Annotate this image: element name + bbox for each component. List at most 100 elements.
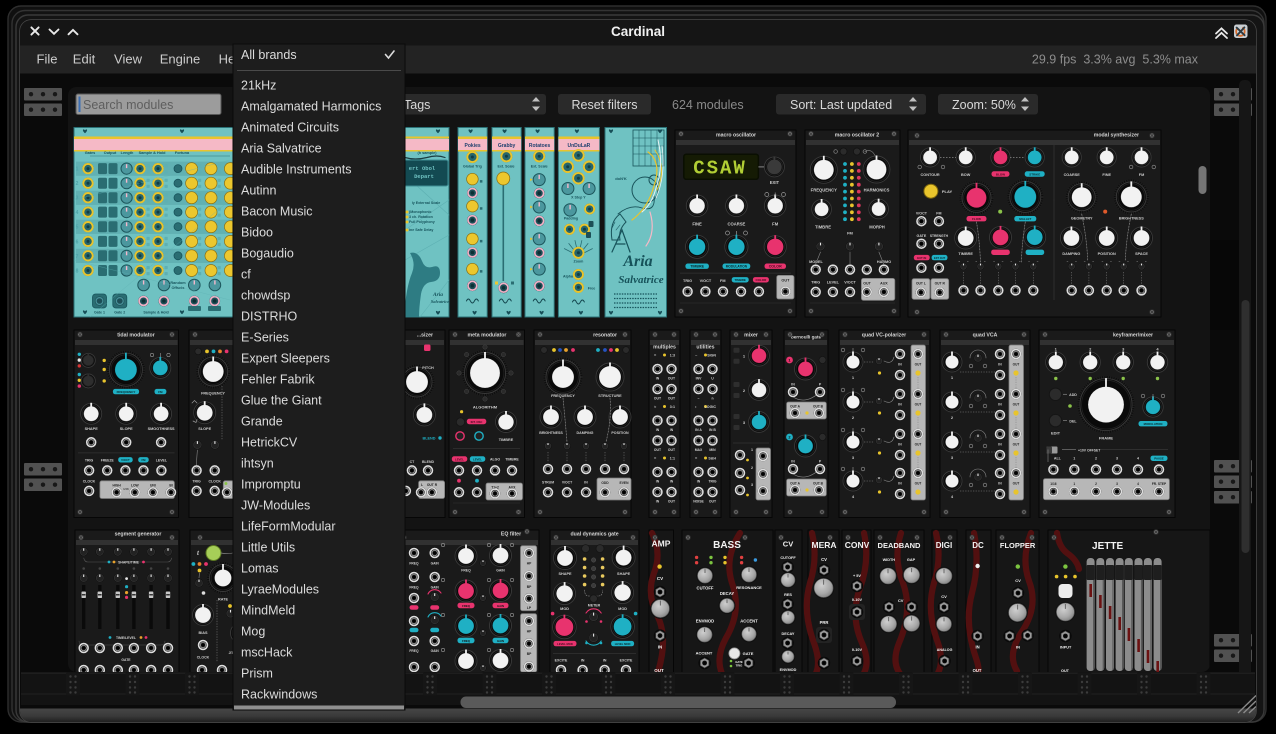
svg-text:RES: RES bbox=[784, 593, 792, 597]
svg-text:CLOCK: CLOCK bbox=[208, 480, 221, 484]
svg-text:OUT: OUT bbox=[709, 500, 717, 504]
svg-text:S&H: S&H bbox=[708, 457, 716, 461]
svg-text:multiples: multiples bbox=[653, 345, 676, 351]
svg-text:MOD: MOD bbox=[618, 607, 627, 611]
svg-text:ly External Scale: ly External Scale bbox=[412, 201, 441, 205]
svg-text:V/OCT: V/OCT bbox=[700, 279, 712, 283]
svg-text:EVEN: EVEN bbox=[620, 481, 630, 485]
svg-text:3: 3 bbox=[751, 483, 753, 487]
svg-text:LEVEL: LEVEL bbox=[473, 457, 482, 461]
svg-text:TRIG: TRIG bbox=[708, 480, 716, 484]
svg-text:Autinn: Autinn bbox=[241, 184, 276, 198]
svg-text:COLOR: COLOR bbox=[769, 265, 782, 269]
svg-text:n: n bbox=[711, 397, 713, 401]
svg-text:IN: IN bbox=[603, 659, 607, 663]
svg-text:modal synthesizer: modal synthesizer bbox=[1094, 133, 1139, 139]
svg-text:MODULATION: MODULATION bbox=[726, 265, 748, 269]
svg-text:OUT R: OUT R bbox=[935, 281, 946, 285]
svg-text:SHAPE/TIME: SHAPE/TIME bbox=[118, 561, 139, 565]
svg-text:IN: IN bbox=[898, 482, 902, 486]
svg-text:Expert Sleepers: Expert Sleepers bbox=[241, 352, 330, 366]
svg-text:IN: IN bbox=[976, 645, 980, 650]
svg-text:5: 5 bbox=[76, 225, 79, 231]
svg-text:0-10V: 0-10V bbox=[852, 598, 863, 602]
svg-text:SPACE: SPACE bbox=[1135, 252, 1148, 256]
svg-text:ALL: ALL bbox=[1054, 457, 1062, 461]
svg-text:0-10V: 0-10V bbox=[852, 648, 863, 652]
svg-text:MERA: MERA bbox=[811, 540, 836, 550]
svg-text:IN: IN bbox=[1016, 645, 1020, 650]
svg-text:ADD: ADD bbox=[1069, 393, 1077, 397]
svg-text:doN'K: doN'K bbox=[615, 176, 627, 181]
svg-text:GAIN: GAIN bbox=[497, 639, 504, 643]
svg-text:MORPH: MORPH bbox=[869, 225, 885, 230]
svg-text:FM: FM bbox=[936, 212, 941, 216]
svg-text:macro oscillator 2: macro oscillator 2 bbox=[835, 133, 880, 139]
svg-text:Free: Free bbox=[588, 287, 596, 291]
svg-text:bernoulli gate: bernoulli gate bbox=[791, 335, 822, 340]
svg-text:8: 8 bbox=[76, 269, 79, 275]
svg-text:1: 1 bbox=[1073, 482, 1075, 486]
svg-text:BRIGHTNESS: BRIGHTNESS bbox=[1119, 217, 1144, 221]
svg-text:OUT: OUT bbox=[668, 448, 676, 452]
svg-text:IN: IN bbox=[998, 443, 1002, 447]
svg-text:Global Trig: Global Trig bbox=[463, 165, 482, 169]
svg-text:DAMPING: DAMPING bbox=[577, 431, 594, 435]
svg-text:DAMPING: DAMPING bbox=[1062, 252, 1080, 256]
svg-text:PLAY: PLAY bbox=[942, 189, 953, 194]
svg-text:Length: Length bbox=[121, 151, 134, 155]
svg-text:EDIT: EDIT bbox=[1051, 431, 1061, 436]
svg-text:TRIG: TRIG bbox=[85, 458, 94, 462]
svg-text:Lomas: Lomas bbox=[241, 562, 279, 576]
svg-text:TRIG: TRIG bbox=[736, 664, 743, 668]
svg-text:IN: IN bbox=[998, 363, 1002, 367]
svg-text:INT. OSC: INT. OSC bbox=[471, 420, 483, 424]
svg-text:FM: FM bbox=[141, 458, 146, 462]
svg-text:Gates: Gates bbox=[85, 151, 96, 155]
svg-text:SLOPE: SLOPE bbox=[120, 427, 133, 431]
svg-text:FM: FM bbox=[1139, 173, 1144, 177]
svg-text:FLOW: FLOW bbox=[972, 217, 981, 221]
svg-text:FREQUENCY: FREQUENCY bbox=[117, 390, 136, 394]
svg-text:MIN: MIN bbox=[709, 448, 716, 452]
svg-text:LEVEL: LEVEL bbox=[455, 457, 464, 461]
svg-text:OUT: OUT bbox=[1013, 403, 1020, 407]
svg-text:OUT: OUT bbox=[1013, 363, 1020, 367]
svg-text:UNI: UNI bbox=[150, 483, 156, 487]
svg-text:RESONANCE: RESONANCE bbox=[736, 585, 762, 590]
svg-text:OUT: OUT bbox=[915, 443, 922, 447]
svg-text:IN: IN bbox=[670, 480, 674, 484]
svg-text:Animated Circuits: Animated Circuits bbox=[241, 121, 339, 135]
svg-text:E-Series: E-Series bbox=[241, 331, 289, 345]
svg-text:STRENGTH: STRENGTH bbox=[930, 234, 949, 238]
svg-text:CSAW: CSAW bbox=[693, 158, 747, 180]
svg-text:BLOW: BLOW bbox=[996, 172, 1005, 176]
svg-text:EXT IN: EXT IN bbox=[917, 256, 926, 260]
svg-text:BP: BP bbox=[527, 652, 532, 656]
svg-text:MAX: MAX bbox=[695, 448, 703, 452]
svg-text:tidal modulator: tidal modulator bbox=[117, 333, 154, 339]
svg-text:Audible Instruments: Audible Instruments bbox=[241, 163, 351, 177]
svg-text:+ 5V: + 5V bbox=[853, 574, 861, 578]
svg-text:EXT OUT: EXT OUT bbox=[934, 256, 946, 260]
svg-text:FLOPPER: FLOPPER bbox=[1000, 541, 1036, 550]
svg-text:FR. STEP: FR. STEP bbox=[1152, 482, 1167, 486]
svg-text:...sizer: ...sizer bbox=[417, 333, 433, 339]
svg-text:CV: CV bbox=[657, 576, 663, 581]
svg-text:1: 1 bbox=[76, 167, 79, 173]
svg-text:Impromptu: Impromptu bbox=[241, 478, 301, 492]
svg-text:1/48: 1/48 bbox=[123, 487, 129, 491]
svg-text:Ext. Scale: Ext. Scale bbox=[531, 165, 548, 169]
svg-text:IN: IN bbox=[670, 428, 674, 432]
svg-text:+10V OFFSET: +10V OFFSET bbox=[1078, 449, 1101, 453]
svg-text:STRUCTURE: STRUCTURE bbox=[598, 394, 622, 398]
svg-text:GATE: GATE bbox=[917, 234, 927, 238]
svg-text:INPUT: INPUT bbox=[1060, 646, 1072, 650]
svg-text:1: 1 bbox=[1073, 457, 1075, 461]
svg-text:HIGH: HIGH bbox=[112, 483, 121, 487]
svg-text:Fehler Fabrik: Fehler Fabrik bbox=[241, 373, 315, 387]
svg-text:3:1: 3:1 bbox=[670, 405, 675, 409]
svg-text:CLOCK: CLOCK bbox=[197, 656, 210, 660]
svg-text:Zoom: Zoom bbox=[574, 260, 584, 264]
svg-text:Search modules: Search modules bbox=[83, 98, 173, 112]
